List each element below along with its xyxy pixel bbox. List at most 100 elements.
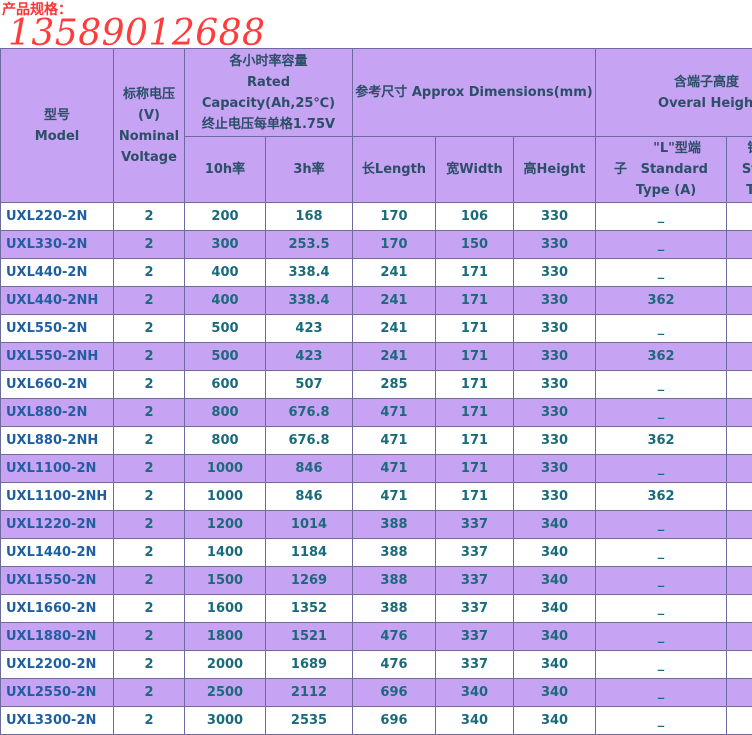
model-cell: UXL1880-2N bbox=[1, 623, 114, 651]
capacity-3h-cell: 676.8 bbox=[266, 427, 353, 455]
l-terminal-height-cell: 362 bbox=[596, 483, 727, 511]
copper-terminal-height-cell bbox=[727, 651, 752, 679]
capacity-10h-cell: 1500 bbox=[185, 567, 266, 595]
height-cell: 340 bbox=[514, 623, 596, 651]
table-row: UXL2550-2N225002112696340340_ bbox=[1, 679, 752, 707]
copper-terminal-height-cell bbox=[727, 623, 752, 651]
width-cell: 337 bbox=[436, 595, 514, 623]
table-row: UXL1100-2NH21000846471171330362 bbox=[1, 483, 752, 511]
capacity-3h-cell: 1014 bbox=[266, 511, 353, 539]
l-terminal-height-cell: _ bbox=[596, 371, 727, 399]
model-cell: UXL1100-2NH bbox=[1, 483, 114, 511]
width-cell: 150 bbox=[436, 231, 514, 259]
capacity-3h-cell: 2535 bbox=[266, 707, 353, 735]
copper-terminal-height-cell bbox=[727, 371, 752, 399]
copper-terminal-height-cell bbox=[727, 399, 752, 427]
model-cell: UXL2200-2N bbox=[1, 651, 114, 679]
l-terminal-height-cell: _ bbox=[596, 315, 727, 343]
length-header: 长Length bbox=[353, 137, 436, 203]
copper-terminal-height-cell bbox=[727, 483, 752, 511]
capacity-10h-cell: 1600 bbox=[185, 595, 266, 623]
voltage-cell: 2 bbox=[114, 651, 185, 679]
voltage-cell: 2 bbox=[114, 203, 185, 231]
length-cell: 471 bbox=[353, 455, 436, 483]
model-cell: UXL1660-2N bbox=[1, 595, 114, 623]
height-cell: 340 bbox=[514, 595, 596, 623]
model-cell: UXL1100-2N bbox=[1, 455, 114, 483]
spec-table-body: UXL220-2N2200168170106330_UXL330-2N23002… bbox=[1, 203, 752, 735]
copper-terminal-height-cell bbox=[727, 595, 752, 623]
model-cell: UXL660-2N bbox=[1, 371, 114, 399]
table-row: UXL1220-2N212001014388337340_ bbox=[1, 511, 752, 539]
table-row: UXL3300-2N230002535696340340_ bbox=[1, 707, 752, 735]
copper-terminal-height-cell bbox=[727, 343, 752, 371]
voltage-cell: 2 bbox=[114, 511, 185, 539]
height-cell: 330 bbox=[514, 315, 596, 343]
voltage-cell: 2 bbox=[114, 539, 185, 567]
table-row: UXL660-2N2600507285171330_ bbox=[1, 371, 752, 399]
l-terminal-height-cell: 362 bbox=[596, 427, 727, 455]
copper-terminal-height-cell bbox=[727, 567, 752, 595]
l-terminal-height-cell: _ bbox=[596, 623, 727, 651]
copper-terminal-height-cell bbox=[727, 231, 752, 259]
l-terminal-height-cell: _ bbox=[596, 651, 727, 679]
width-cell: 337 bbox=[436, 511, 514, 539]
width-cell: 171 bbox=[436, 483, 514, 511]
l-terminal-height-cell: _ bbox=[596, 203, 727, 231]
width-cell: 171 bbox=[436, 455, 514, 483]
capacity-10h-cell: 1800 bbox=[185, 623, 266, 651]
height-cell: 330 bbox=[514, 371, 596, 399]
l-terminal-height-cell: _ bbox=[596, 455, 727, 483]
height-cell: 340 bbox=[514, 651, 596, 679]
capacity-10h-cell: 500 bbox=[185, 315, 266, 343]
voltage-cell: 2 bbox=[114, 371, 185, 399]
l-terminal-header: "L"型端 子 Standard Type (A) bbox=[596, 137, 727, 203]
copper-terminal-height-cell bbox=[727, 707, 752, 735]
capacity-10h-cell: 200 bbox=[185, 203, 266, 231]
l-terminal-height-cell: _ bbox=[596, 539, 727, 567]
model-cell: UXL550-2NH bbox=[1, 343, 114, 371]
width-cell: 337 bbox=[436, 539, 514, 567]
model-cell: UXL880-2N bbox=[1, 399, 114, 427]
table-row: UXL440-2N2400338.4241171330_ bbox=[1, 259, 752, 287]
capacity-3h-cell: 676.8 bbox=[266, 399, 353, 427]
capacity-10h-cell: 800 bbox=[185, 399, 266, 427]
height-cell: 330 bbox=[514, 287, 596, 315]
length-cell: 285 bbox=[353, 371, 436, 399]
height-cell: 340 bbox=[514, 567, 596, 595]
width-cell: 171 bbox=[436, 399, 514, 427]
voltage-cell: 2 bbox=[114, 231, 185, 259]
model-cell: UXL880-2NH bbox=[1, 427, 114, 455]
height-cell: 330 bbox=[514, 343, 596, 371]
model-cell: UXL1440-2N bbox=[1, 539, 114, 567]
overall-height-header: 含端子高度 Overal Height bbox=[596, 49, 752, 137]
voltage-cell: 2 bbox=[114, 399, 185, 427]
capacity-3h-cell: 168 bbox=[266, 203, 353, 231]
width-header: 宽Width bbox=[436, 137, 514, 203]
spec-table: 型号 Model 标称电压 (V) Nominal Voltage 各小时率容量… bbox=[0, 48, 752, 735]
height-cell: 340 bbox=[514, 539, 596, 567]
capacity-10h-cell: 2500 bbox=[185, 679, 266, 707]
height-cell: 330 bbox=[514, 427, 596, 455]
capacity-3h-cell: 338.4 bbox=[266, 259, 353, 287]
model-cell: UXL330-2N bbox=[1, 231, 114, 259]
copper-terminal-height-cell bbox=[727, 203, 752, 231]
length-cell: 241 bbox=[353, 259, 436, 287]
capacity-3h-cell: 1521 bbox=[266, 623, 353, 651]
model-cell: UXL3300-2N bbox=[1, 707, 114, 735]
width-cell: 340 bbox=[436, 707, 514, 735]
l-terminal-height-cell: _ bbox=[596, 231, 727, 259]
height-cell: 330 bbox=[514, 455, 596, 483]
table-row: UXL880-2N2800676.8471171330_ bbox=[1, 399, 752, 427]
capacity-10h-cell: 600 bbox=[185, 371, 266, 399]
voltage-cell: 2 bbox=[114, 595, 185, 623]
height-cell: 330 bbox=[514, 259, 596, 287]
voltage-cell: 2 bbox=[114, 707, 185, 735]
copper-terminal-height-cell bbox=[727, 679, 752, 707]
l-terminal-height-cell: _ bbox=[596, 595, 727, 623]
length-cell: 696 bbox=[353, 707, 436, 735]
table-row: UXL550-2N2500423241171330_ bbox=[1, 315, 752, 343]
table-row: UXL550-2NH2500423241171330362 bbox=[1, 343, 752, 371]
capacity-3h-cell: 507 bbox=[266, 371, 353, 399]
copper-terminal-height-cell bbox=[727, 539, 752, 567]
